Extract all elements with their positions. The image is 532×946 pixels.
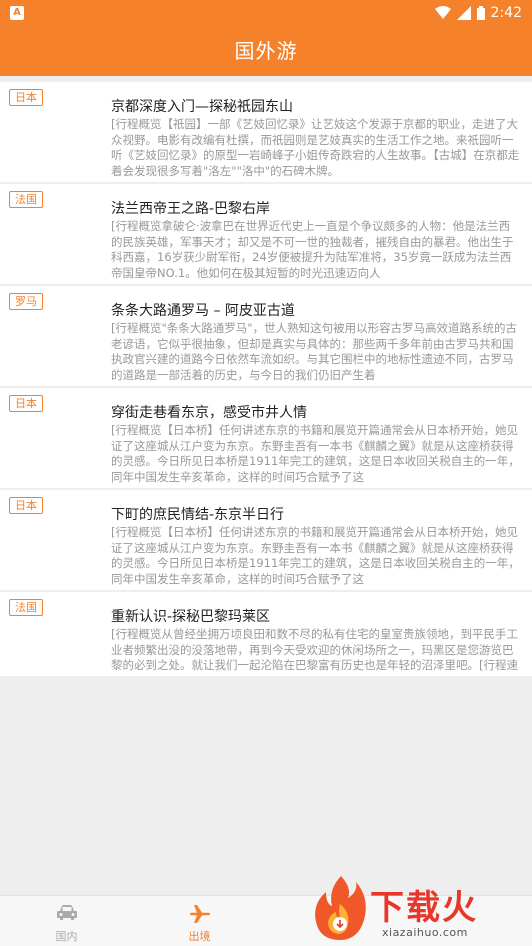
trip-description: [行程概览拿破仑·波拿巴在世界近代史上一直是个争议颇多的人物：他是法兰西的民族英…: [111, 219, 514, 279]
region-tag: 日本: [9, 497, 43, 514]
car-icon: [56, 905, 77, 920]
trip-card[interactable]: 法国 重新认识-探秘巴黎玛莱区 [行程概览从曾经坐拥万顷良田和数不尽的私有住宅的…: [0, 592, 532, 676]
region-tag: 日本: [9, 395, 43, 412]
trip-card[interactable]: 日本 下町的庶民情结-东京半日行 [行程概览【日本桥】任何讲述东京的书籍和展览开…: [0, 490, 532, 590]
watermark-logo: 下载火 xiazaihuo.com: [310, 872, 532, 946]
trip-title: 重新认识-探秘巴黎玛莱区: [111, 609, 271, 625]
tab-domestic-label: 国内: [55, 930, 78, 943]
watermark-text: 下载火: [370, 888, 478, 928]
trip-title: 穿街走巷看东京，感受市井人情: [111, 405, 307, 421]
trip-description: [行程概览【日本桥】任何讲述东京的书籍和展览开篇通常会从日本桥开始，她见证了这座…: [111, 525, 520, 585]
tab-abroad[interactable]: 出境: [133, 896, 266, 946]
trip-description: [行程概览【日本桥】任何讲述东京的书籍和展览开篇通常会从日本桥开始，她见证了这座…: [111, 423, 520, 483]
trip-card[interactable]: 法国 法兰西帝王之路-巴黎右岸 [行程概览拿破仑·波拿巴在世界近代史上一直是个争…: [0, 184, 532, 284]
tab-domestic[interactable]: 国内: [0, 896, 133, 946]
tab-abroad-label: 出境: [188, 930, 211, 943]
status-time: 2:42: [490, 5, 522, 21]
trip-title: 条条大路通罗马 – 阿皮亚古道: [111, 303, 295, 319]
trip-card[interactable]: 罗马 条条大路通罗马 – 阿皮亚古道 [行程概览"条条大路通罗马"，世人熟知这句…: [0, 286, 532, 386]
trip-card[interactable]: 日本 京都深度入门—探秘祇园东山 [行程概览【祇园】一部《艺妓回忆录》让艺妓这个…: [0, 82, 532, 182]
trip-title: 下町的庶民情结-东京半日行: [111, 507, 285, 523]
status-right: 2:42: [434, 5, 522, 21]
watermark-url: xiazaihuo.com: [382, 926, 468, 939]
trip-description: [行程概览从曾经坐拥万顷良田和数不尽的私有住宅的皇室贵族领地，到平民手工业者频繁…: [111, 627, 518, 672]
trip-card[interactable]: 日本 穿街走巷看东京，感受市井人情 [行程概览【日本桥】任何讲述东京的书籍和展览…: [0, 388, 532, 488]
region-tag: 法国: [9, 191, 43, 208]
flame-logo-icon: [315, 876, 366, 940]
airplane-icon: [189, 905, 210, 923]
region-tag: 日本: [9, 89, 43, 106]
wifi-icon: [434, 6, 451, 19]
trip-title: 法兰西帝王之路-巴黎右岸: [111, 201, 271, 217]
app-bar: 国外游: [0, 26, 532, 76]
page-title: 国外游: [234, 39, 298, 63]
trip-description: [行程概览【祇园】一部《艺妓回忆录》让艺妓这个发源于京都的职业，走进了大众视野。…: [111, 117, 520, 177]
trip-title: 京都深度入门—探秘祇园东山: [111, 99, 293, 115]
signal-icon: [456, 6, 471, 20]
trip-description: [行程概览"条条大路通罗马"，世人熟知这句被用以形容古罗马高效道路系统的古老谚语…: [111, 321, 518, 381]
region-tag: 罗马: [9, 293, 43, 310]
status-bar: A 2:42: [0, 0, 532, 26]
battery-icon: [476, 6, 485, 20]
region-tag: 法国: [9, 599, 43, 616]
app-notification-icon: A: [10, 6, 24, 20]
